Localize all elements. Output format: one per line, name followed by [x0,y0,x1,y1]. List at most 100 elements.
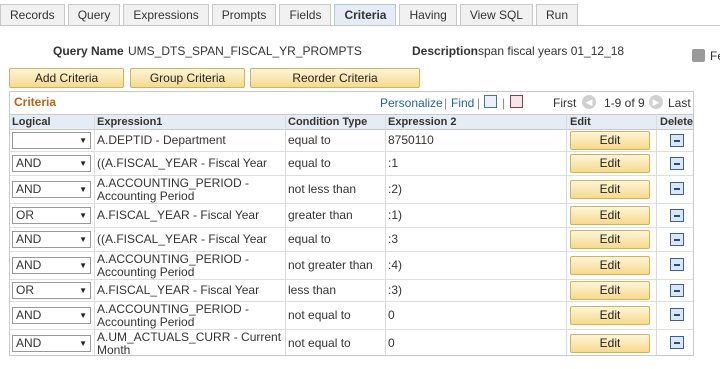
expression2-cell: :2) [388,182,403,196]
grid-title: Criteria [14,95,57,109]
tab-records[interactable]: Records [0,4,65,26]
expression1-cell-line2: Accounting Period [97,189,195,203]
tab-view-sql[interactable]: View SQL [459,4,533,26]
tab-divider [0,25,720,26]
next-page-icon[interactable]: ▶ [649,95,663,109]
condition-cell: greater than [288,208,353,222]
delete-row-icon[interactable] [670,284,684,297]
condition-cell: equal to [288,133,331,147]
logical-select[interactable]: AND ▼ [12,231,91,248]
rss-icon[interactable] [692,49,705,62]
logical-select[interactable]: AND ▼ [12,155,91,172]
criteria-grid: Criteria Personalize | Find | | First ◀ … [9,91,694,357]
edit-button[interactable]: Edit [570,306,650,325]
condition-cell: not equal to [288,308,351,322]
delete-row-icon[interactable] [670,336,684,349]
tab-prompts[interactable]: Prompts [211,4,277,26]
add-criteria-button[interactable]: Add Criteria [9,68,124,88]
logical-select[interactable]: OR ▼ [12,207,91,224]
tab-fields[interactable]: Fields [279,4,332,26]
expression1-cell-line2: Accounting Period [97,315,195,329]
toolbar-separator: | [444,96,448,110]
edit-button[interactable]: Edit [570,131,650,150]
expression2-cell: :3) [388,283,403,297]
logical-select[interactable]: AND ▼ [12,335,91,352]
table-row: OR ▼ A.FISCAL_YEAR - Fiscal Year greater … [10,204,693,228]
delete-row-icon[interactable] [670,134,684,147]
delete-row-icon[interactable] [670,233,684,246]
col-edit: Edit [570,116,591,128]
tab-bar: Records Query Expressions Prompts Fields… [0,4,581,26]
edit-button[interactable]: Edit [570,180,650,199]
expression2-cell: :4) [388,258,403,272]
dropdown-arrow-icon: ▼ [79,311,87,320]
table-row: AND ▼ A.ACCOUNTING_PERIOD - Accounting Pe… [10,176,693,204]
tab-expressions[interactable]: Expressions [123,4,209,26]
delete-row-icon[interactable] [670,258,684,271]
query-name-label: Query Name [53,44,124,58]
col-logical: Logical [12,116,51,128]
condition-cell: equal to [288,156,331,170]
grid-toolbar: Criteria Personalize | Find | | First ◀ … [10,92,693,114]
logical-select-value: OR [16,283,34,297]
logical-select[interactable]: AND ▼ [12,181,91,198]
table-row: AND ▼ A.UM_ACTUALS_CURR - Current Month n… [10,330,693,357]
table-row: OR ▼ A.FISCAL_YEAR - Fiscal Year less tha… [10,280,693,302]
expression2-cell: :1 [388,156,399,170]
dropdown-arrow-icon: ▼ [79,159,87,168]
col-condition-type: Condition Type [288,116,368,128]
edit-button[interactable]: Edit [570,154,650,173]
description-label: Description [412,44,479,58]
logical-select[interactable]: AND ▼ [12,257,91,274]
edit-button[interactable]: Edit [570,334,650,353]
expression1-cell: ((A.FISCAL_YEAR - Fiscal Year [97,232,268,246]
tab-criteria[interactable]: Criteria [334,4,397,26]
group-criteria-button[interactable]: Group Criteria [130,68,245,88]
tab-query[interactable]: Query [67,4,121,26]
toolbar-separator-3: | [502,96,506,110]
logical-select-value: AND [16,232,42,246]
reorder-criteria-button[interactable]: Reorder Criteria [250,68,420,88]
expression1-cell: A.FISCAL_YEAR - Fiscal Year [97,283,260,297]
expression2-cell: 0 [388,336,395,350]
table-row: AND ▼ ((A.FISCAL_YEAR - Fiscal Year equal… [10,152,693,176]
edit-button[interactable]: Edit [570,281,650,300]
condition-cell: not greater than [288,258,373,272]
view-all-icon[interactable] [484,95,497,108]
delete-row-icon[interactable] [670,182,684,195]
dropdown-arrow-icon: ▼ [79,286,87,295]
logical-select[interactable]: ▼ [12,132,91,149]
logical-select-value: AND [16,182,42,196]
tab-having[interactable]: Having [399,4,457,26]
condition-cell: less than [288,283,337,297]
download-grid-icon[interactable] [510,95,523,108]
edit-button[interactable]: Edit [570,256,650,275]
dropdown-arrow-icon: ▼ [79,261,87,270]
previous-page-icon[interactable]: ◀ [582,95,596,109]
dropdown-arrow-icon: ▼ [79,136,87,145]
find-link[interactable]: Find [451,96,474,110]
delete-row-icon[interactable] [670,157,684,170]
dropdown-arrow-icon: ▼ [79,211,87,220]
tab-run[interactable]: Run [535,4,578,26]
delete-row-icon[interactable] [670,209,684,222]
table-row: AND ▼ A.ACCOUNTING_PERIOD - Accounting Pe… [10,252,693,280]
edit-button[interactable]: Edit [570,206,650,225]
description-value: span fiscal years 01_12_18 [478,44,625,58]
condition-cell: not equal to [288,336,351,350]
logical-select[interactable]: OR ▼ [12,282,91,299]
table-row: ▼ A.DEPTID - Department equal to 8750110… [10,130,693,152]
edit-button[interactable]: Edit [570,230,650,249]
delete-row-icon[interactable] [670,308,684,321]
expression2-cell: 8750110 [388,133,434,147]
expression1-cell-line2: Accounting Period [97,265,195,279]
dropdown-arrow-icon: ▼ [79,235,87,244]
logical-select[interactable]: AND ▼ [12,307,91,324]
dropdown-arrow-icon: ▼ [79,339,87,348]
expression1-cell: ((A.FISCAL_YEAR - Fiscal Year [97,156,268,170]
row-range: 1-9 of 9 [604,96,645,110]
personalize-link[interactable]: Personalize [380,96,443,110]
table-row: AND ▼ A.ACCOUNTING_PERIOD - Accounting Pe… [10,302,693,330]
expression2-cell: :1) [388,208,403,222]
dropdown-arrow-icon: ▼ [79,185,87,194]
